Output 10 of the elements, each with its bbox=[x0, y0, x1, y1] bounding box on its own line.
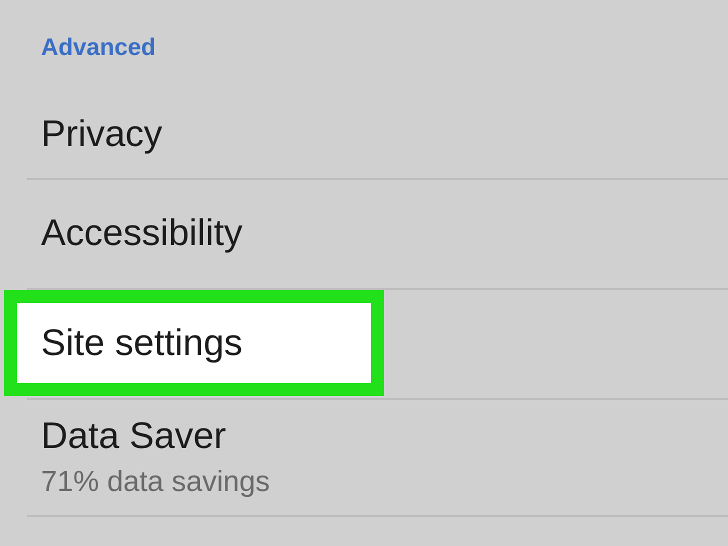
section-header: Advanced bbox=[41, 34, 156, 61]
settings-item[interactable]: Accessibility bbox=[0, 178, 728, 288]
settings-item[interactable]: Data Saver 71% data savings bbox=[0, 398, 728, 515]
item-subtitle: 71% data savings bbox=[41, 464, 271, 500]
item-title: Privacy bbox=[41, 112, 164, 156]
item-title: Data Saver bbox=[41, 414, 228, 458]
settings-item[interactable]: Site settings bbox=[4, 290, 384, 396]
item-title: Accessibility bbox=[41, 210, 244, 255]
settings-item[interactable]: Privacy bbox=[0, 90, 728, 178]
item-title: Site settings bbox=[41, 320, 244, 365]
